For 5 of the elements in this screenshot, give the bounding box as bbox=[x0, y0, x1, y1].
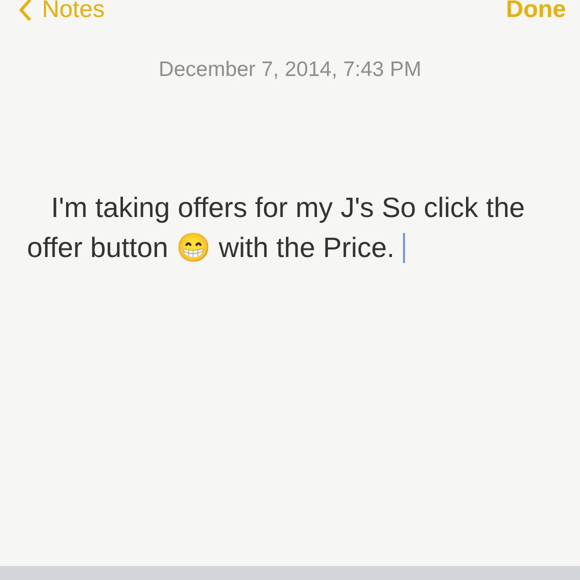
note-date: December 7, 2014, 7:43 PM bbox=[158, 58, 422, 82]
back-link[interactable]: Notes bbox=[18, 0, 105, 24]
chevron-left-icon bbox=[18, 0, 32, 22]
done-button[interactable]: Done bbox=[506, 0, 566, 24]
note-text[interactable]: I'm taking offers for my J's So click the offer button 😁 with the Price. bbox=[27, 188, 540, 268]
